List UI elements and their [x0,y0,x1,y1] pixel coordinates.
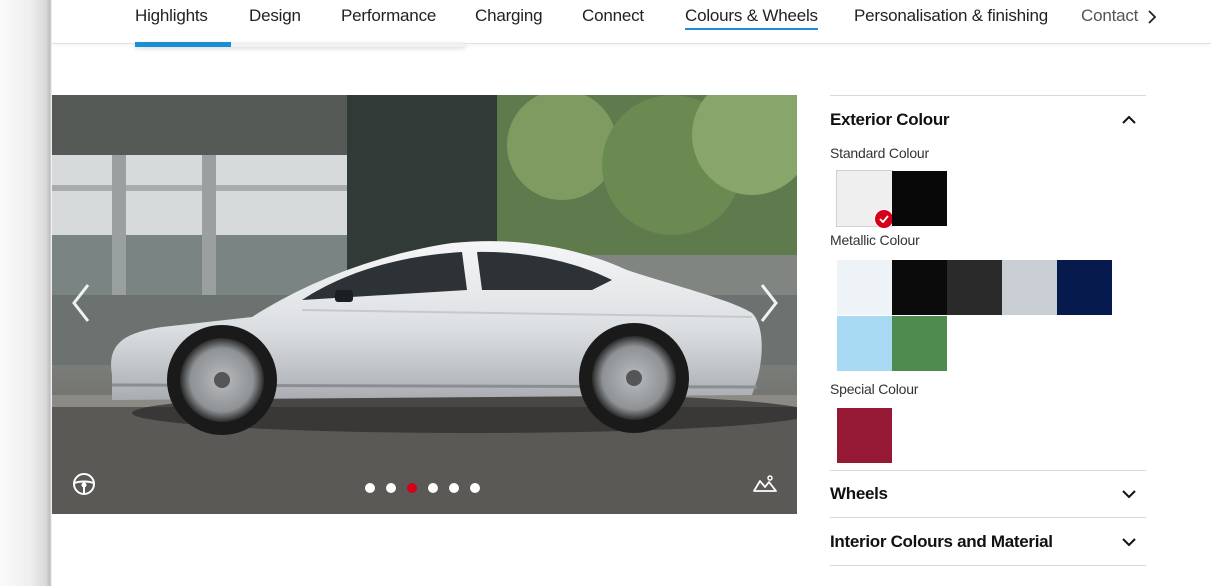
nav-progress-track [135,42,465,47]
standard-colour-label: Standard Colour [830,145,929,161]
gallery-prev-button[interactable] [64,275,98,331]
chevron-up-icon [1122,115,1136,124]
chevron-down-icon [1122,490,1136,499]
swatch[interactable] [837,171,894,229]
chevron-right-icon [1148,10,1157,24]
exterior-colour-title: Exterior Colour [830,110,950,129]
nav-item-colours-wheels[interactable]: Colours & Wheels [685,6,818,30]
special-colour-label: Special Colour [830,381,919,397]
gallery-dot[interactable] [428,483,438,493]
metallic-colour-label: Metallic Colour [830,232,920,248]
swatch[interactable] [837,316,892,371]
gallery-dot[interactable] [386,483,396,493]
metallic-colour-swatches-row1 [837,260,1146,315]
gallery-dot[interactable] [470,483,480,493]
interior-title: Interior Colours and Material [830,531,1053,551]
car-image [52,95,797,514]
nav-item-personalisation[interactable]: Personalisation & finishing [854,6,1048,26]
interior-header[interactable]: Interior Colours and Material [830,518,1146,565]
swatch[interactable] [1002,260,1057,315]
nav-item-design[interactable]: Design [249,6,301,26]
divider [830,95,1146,96]
gallery-dot[interactable] [449,483,459,493]
section-nav: Highlights Design Performance Charging C… [52,0,1211,44]
check-icon [874,209,894,229]
chevron-down-icon [1122,537,1136,546]
exterior-colour-header[interactable]: Exterior Colour [830,110,1146,130]
swatch[interactable] [892,316,947,371]
swatch[interactable] [837,260,892,315]
page-edge-shadow [0,0,52,586]
special-colour-swatches [837,408,1146,463]
swatch[interactable] [892,260,947,315]
nav-item-connect[interactable]: Connect [582,6,644,26]
standard-colour-swatches [837,171,1146,229]
nav-scroll-right-button[interactable] [1142,2,1162,32]
nav-item-performance[interactable]: Performance [341,6,436,26]
swatch[interactable] [837,408,892,463]
scenery-icon[interactable] [752,473,778,495]
nav-item-highlights[interactable]: Highlights [135,6,208,26]
swatch[interactable] [947,260,1002,315]
gallery-dot[interactable] [365,483,375,493]
swatch[interactable] [892,171,947,226]
divider [830,565,1146,566]
wheels-header[interactable]: Wheels [830,471,1146,517]
nav-item-contact[interactable]: Contact [1081,6,1138,26]
nav-item-charging[interactable]: Charging [475,6,543,26]
nav-progress-fill [135,42,231,47]
gallery-dot[interactable] [407,483,417,493]
car-gallery[interactable] [52,95,797,514]
swatch[interactable] [1057,260,1112,315]
wheels-title: Wheels [830,484,888,503]
gallery-pagination [365,483,480,493]
steering-wheel-icon[interactable] [72,472,96,496]
gallery-next-button[interactable] [752,275,786,331]
metallic-colour-swatches-row2 [837,316,1146,371]
colour-config-panel: Exterior Colour Standard Colour Metallic… [830,95,1146,566]
